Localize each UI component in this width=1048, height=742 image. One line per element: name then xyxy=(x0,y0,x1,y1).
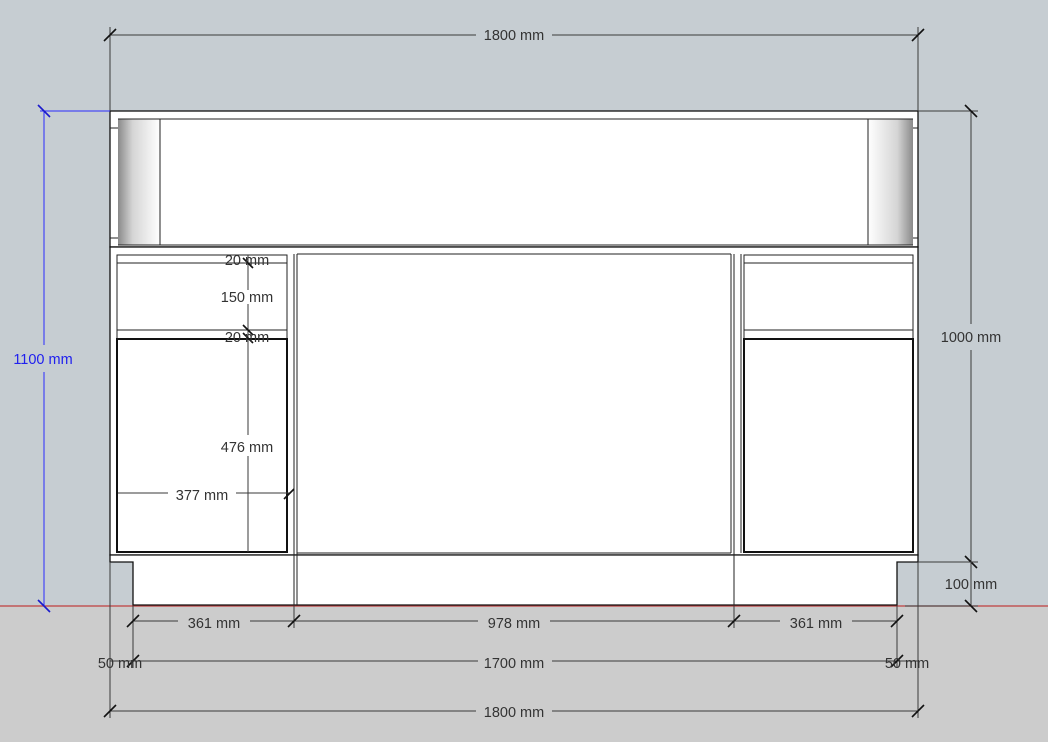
dim-overall-width-top: 1800 mm xyxy=(103,27,925,111)
dim-label-right-inset: 50 mm xyxy=(885,656,929,672)
dim-label-drawer-gap-mid: 20 mm xyxy=(225,330,269,346)
dim-label-left-bay: 361 mm xyxy=(188,616,240,632)
dim-label-door-height: 476 mm xyxy=(221,440,273,456)
dim-label-center-bay: 978 mm xyxy=(488,616,540,632)
dim-label-inner-width: 1700 mm xyxy=(484,656,544,672)
dim-label-drawer-height: 150 mm xyxy=(221,290,273,306)
right-door-front xyxy=(743,338,914,553)
dim-cabinet-height: 1000 mm xyxy=(918,104,1001,569)
vanity-elevation-drawing: 1800 mm 1100 mm 1000 mm 100 mm 20 mm 150 xyxy=(0,27,1048,742)
dim-overall-height: 1100 mm xyxy=(13,104,110,613)
dim-label-overall-width-top: 1800 mm xyxy=(484,28,544,44)
dim-label-door-width: 377 mm xyxy=(176,488,228,504)
dim-label-right-bay: 361 mm xyxy=(790,616,842,632)
vanity-cabinet xyxy=(109,110,919,606)
dim-label-plinth-height: 100 mm xyxy=(945,577,997,593)
dim-label-overall-width-bottom: 1800 mm xyxy=(484,705,544,721)
dim-label-left-inset: 50 mm xyxy=(98,656,142,672)
dim-label-drawer-gap-top: 20 mm xyxy=(225,253,269,269)
dim-label-overall-height: 1100 mm xyxy=(13,352,72,368)
dim-plinth-height: 100 mm xyxy=(905,561,997,613)
dim-label-cabinet-height: 1000 mm xyxy=(941,330,1001,346)
